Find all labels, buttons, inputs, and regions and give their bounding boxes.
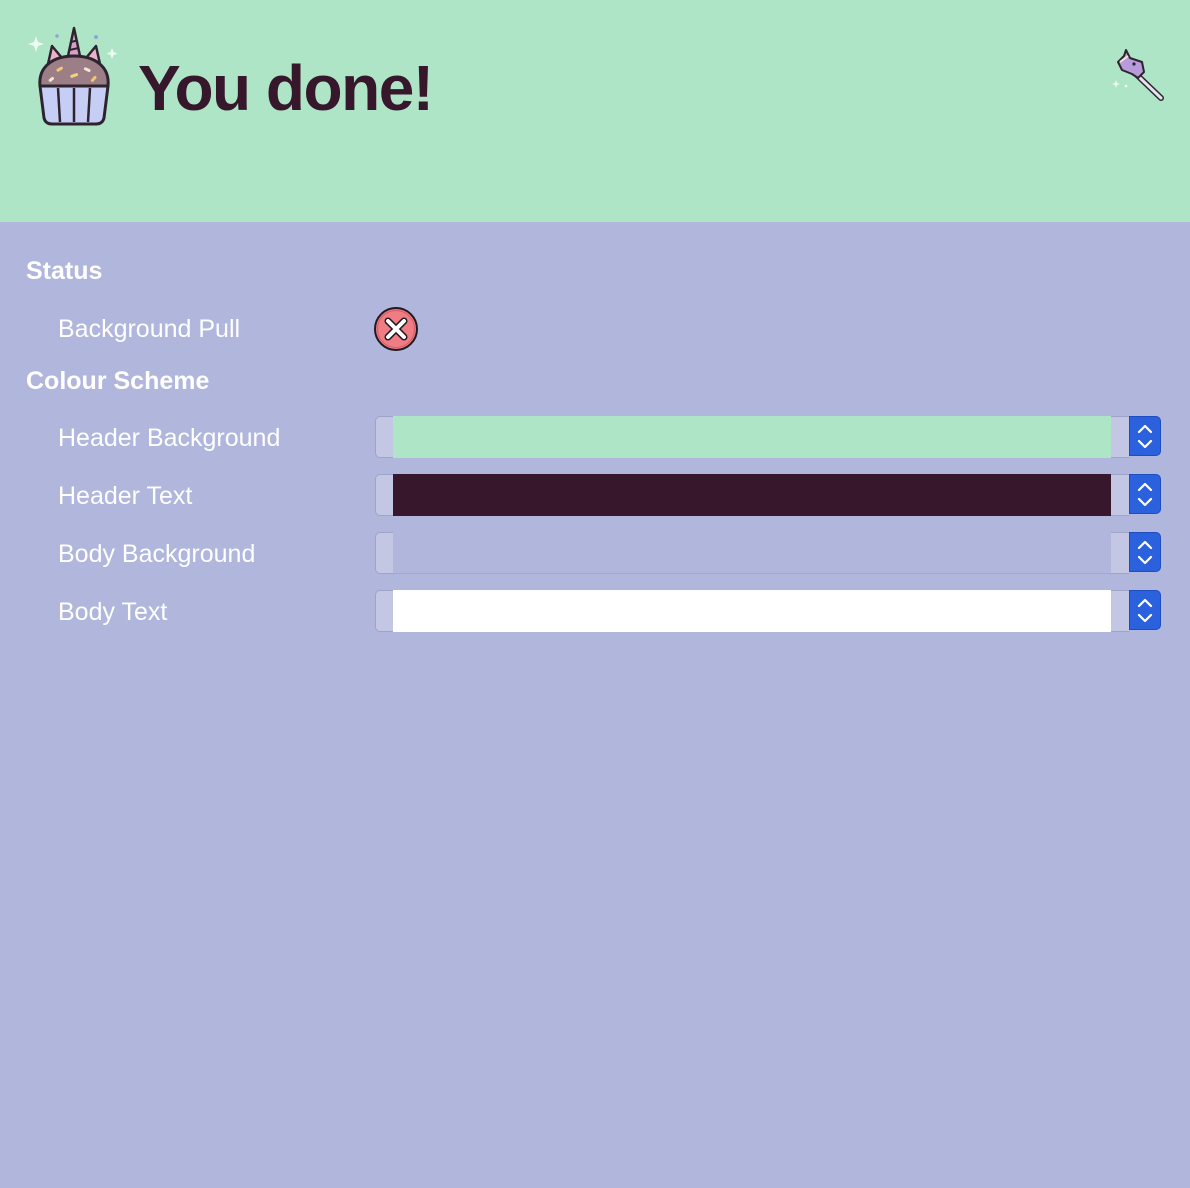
- body-background-color-well[interactable]: [375, 532, 1161, 574]
- body-text-color-well[interactable]: [375, 590, 1161, 632]
- body-background-label: Body Background: [58, 540, 256, 568]
- status-section-title: Status: [26, 257, 103, 285]
- header-background-stepper[interactable]: [1129, 416, 1161, 456]
- color-well-left-edge: [375, 474, 393, 516]
- page-title: You done!: [138, 52, 434, 124]
- color-well-right-edge: [1111, 532, 1129, 574]
- color-well-right-edge: [1111, 416, 1129, 458]
- chevron-up-down-icon: [1137, 482, 1153, 507]
- header-background-swatch[interactable]: [393, 416, 1111, 458]
- chevron-up-down-icon: [1137, 598, 1153, 623]
- color-well-right-edge: [1111, 590, 1129, 632]
- color-well-right-edge: [1111, 474, 1129, 516]
- header-text-color-well[interactable]: [375, 474, 1161, 516]
- unicorn-cupcake-icon: [28, 26, 118, 126]
- header-background-label: Header Background: [58, 424, 281, 452]
- body-text-label: Body Text: [58, 598, 168, 626]
- body-text-swatch[interactable]: [393, 590, 1111, 632]
- header-text-swatch[interactable]: [393, 474, 1111, 516]
- chevron-up-down-icon: [1137, 424, 1153, 449]
- header-text-label: Header Text: [58, 482, 193, 510]
- error-x-circle-icon: [374, 307, 418, 351]
- body-background-stepper[interactable]: [1129, 532, 1161, 572]
- chevron-up-down-icon: [1137, 540, 1153, 565]
- body-background-swatch[interactable]: [393, 532, 1111, 574]
- header-bar: You done!: [0, 0, 1190, 222]
- colour-scheme-section-title: Colour Scheme: [26, 367, 210, 395]
- background-pull-label: Background Pull: [58, 315, 241, 343]
- body-text-stepper[interactable]: [1129, 590, 1161, 630]
- color-well-left-edge: [375, 532, 393, 574]
- header-background-color-well[interactable]: [375, 416, 1161, 458]
- unicorn-wand-icon[interactable]: [1112, 48, 1168, 104]
- color-well-left-edge: [375, 590, 393, 632]
- header-text-stepper[interactable]: [1129, 474, 1161, 514]
- color-well-left-edge: [375, 416, 393, 458]
